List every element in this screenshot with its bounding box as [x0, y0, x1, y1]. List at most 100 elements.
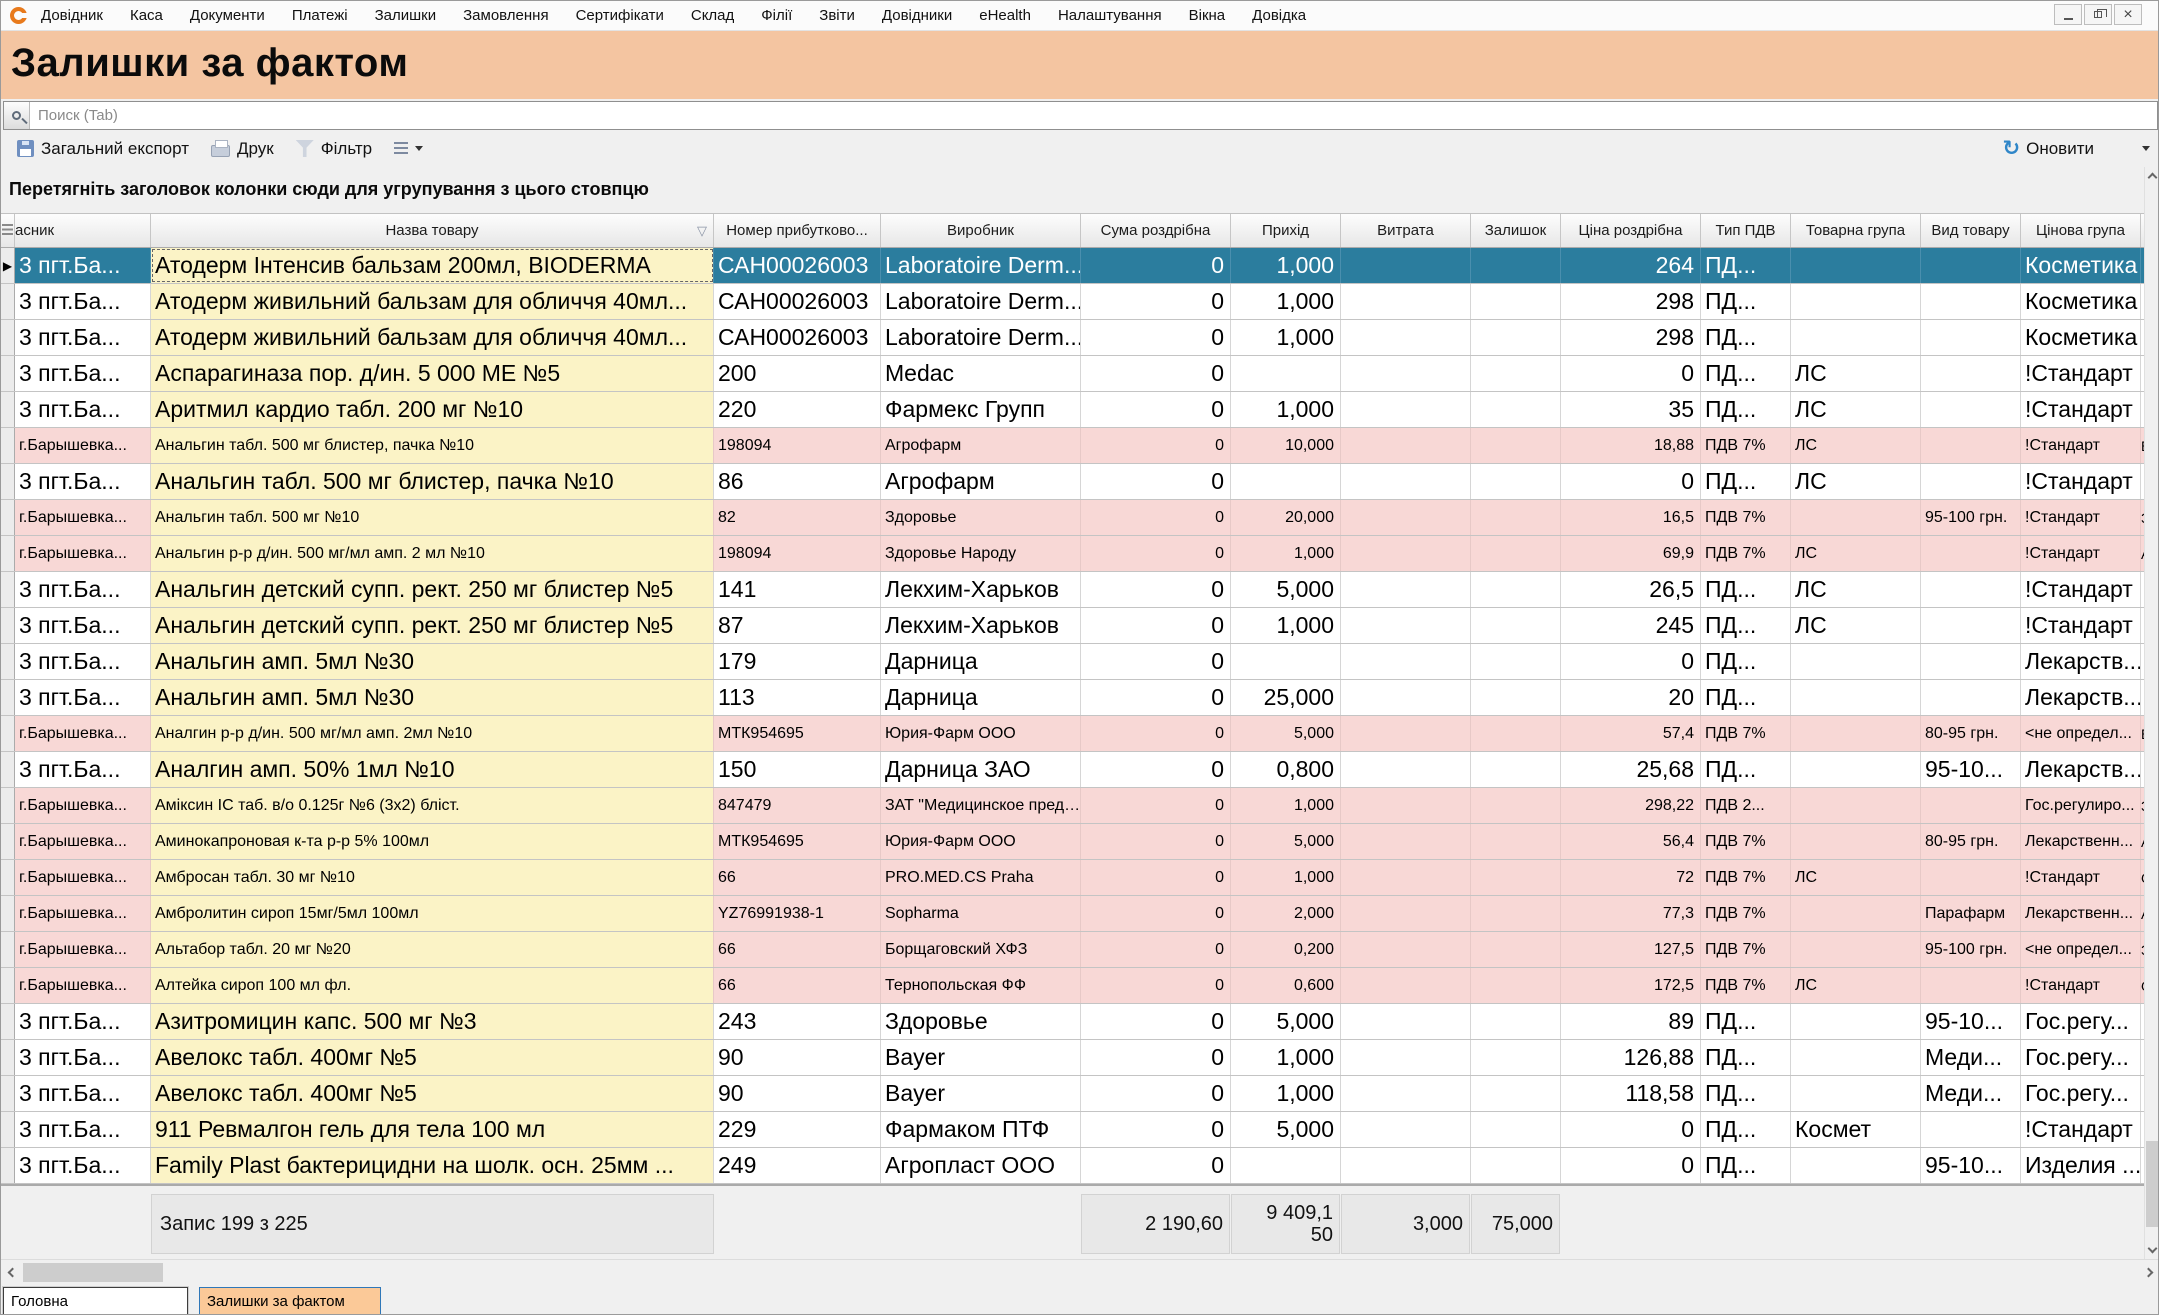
- cell-manufacturer[interactable]: Дарница: [881, 644, 1081, 679]
- search-icon-box[interactable]: [4, 102, 30, 129]
- cell-income[interactable]: 1,000: [1231, 788, 1341, 823]
- table-row[interactable]: 3 пгт.Ба...Атодерм живильний бальзам для…: [1, 320, 2146, 356]
- cell-vat[interactable]: ПД...: [1701, 1148, 1791, 1183]
- cell-expense[interactable]: [1341, 1112, 1471, 1147]
- cell-expense[interactable]: [1341, 824, 1471, 859]
- cell-expense[interactable]: [1341, 680, 1471, 715]
- cell-balance[interactable]: [1471, 572, 1561, 607]
- cell-price_group[interactable]: Косметика: [2021, 248, 2141, 283]
- cell-number[interactable]: САН00026003: [714, 284, 881, 319]
- search-input[interactable]: [30, 107, 2157, 124]
- menu-item-13[interactable]: Налаштування: [1058, 7, 1162, 24]
- cell-number[interactable]: 66: [714, 932, 881, 967]
- cell-income[interactable]: 20,000: [1231, 500, 1341, 535]
- cell-product_group[interactable]: [1791, 1040, 1921, 1075]
- cell-name[interactable]: Аміксин ІС таб. в/о 0.125г №6 (3х2) бліс…: [151, 788, 714, 823]
- cell-number[interactable]: САН00026003: [714, 248, 881, 283]
- menu-item-2[interactable]: Каса: [130, 7, 163, 24]
- cell-manufacturer[interactable]: Агрофарм: [881, 464, 1081, 499]
- cell-manufacturer[interactable]: Здоровье Народу: [881, 536, 1081, 571]
- row-marker[interactable]: [1, 932, 15, 967]
- cell-product_kind[interactable]: [1921, 968, 2021, 1003]
- row-marker[interactable]: [1, 644, 15, 679]
- cell-income[interactable]: 5,000: [1231, 1004, 1341, 1039]
- cell-expense[interactable]: [1341, 248, 1471, 283]
- columns-list-button[interactable]: [388, 139, 429, 159]
- cell-product_group[interactable]: ЛС: [1791, 572, 1921, 607]
- cell-product_group[interactable]: [1791, 320, 1921, 355]
- cell-price_retail[interactable]: 89: [1561, 1004, 1701, 1039]
- cell-product_kind[interactable]: [1921, 860, 2021, 895]
- cell-vat[interactable]: ПДВ 7%: [1701, 860, 1791, 895]
- cell-product_group[interactable]: ЛС: [1791, 968, 1921, 1003]
- cell-product_group[interactable]: ЛС: [1791, 392, 1921, 427]
- cell-product_group[interactable]: [1791, 932, 1921, 967]
- cell-sum_retail[interactable]: 0: [1081, 356, 1231, 391]
- cell-owner[interactable]: 3 пгт.Ба...: [15, 1112, 151, 1147]
- cell-price_group[interactable]: !Стандарт: [2021, 356, 2141, 391]
- cell-price_group[interactable]: <не определ...: [2021, 932, 2141, 967]
- cell-price_group[interactable]: Лекарств...: [2021, 644, 2141, 679]
- cell-product_kind[interactable]: [1921, 248, 2021, 283]
- cell-sum_retail[interactable]: 0: [1081, 644, 1231, 679]
- cell-owner[interactable]: г.Барышевка...: [15, 824, 151, 859]
- cell-balance[interactable]: [1471, 1148, 1561, 1183]
- cell-product_kind[interactable]: [1921, 428, 2021, 463]
- row-marker[interactable]: [1, 968, 15, 1003]
- cell-balance[interactable]: [1471, 896, 1561, 931]
- row-marker[interactable]: [1, 320, 15, 355]
- cell-balance[interactable]: [1471, 428, 1561, 463]
- cell-vat[interactable]: ПДВ 7%: [1701, 932, 1791, 967]
- cell-manufacturer[interactable]: Здоровье: [881, 1004, 1081, 1039]
- cell-manufacturer[interactable]: ЗАТ "Медицинское пред…: [881, 788, 1081, 823]
- row-marker[interactable]: [1, 1004, 15, 1039]
- cell-name[interactable]: Авелокс табл. 400мг №5: [151, 1076, 714, 1111]
- cell-name[interactable]: Азитромицин капс. 500 мг №3: [151, 1004, 714, 1039]
- cell-name[interactable]: Альтабор табл. 20 мг №20: [151, 932, 714, 967]
- cell-name[interactable]: Анальгин детский супп. рект. 250 мг блис…: [151, 572, 714, 607]
- cell-price_retail[interactable]: 172,5: [1561, 968, 1701, 1003]
- cell-name[interactable]: Алтейка сироп 100 мл фл.: [151, 968, 714, 1003]
- cell-price_retail[interactable]: 0: [1561, 644, 1701, 679]
- cell-number[interactable]: 66: [714, 860, 881, 895]
- cell-vat[interactable]: ПДВ 7%: [1701, 824, 1791, 859]
- cell-manufacturer[interactable]: Фармаком ПТФ: [881, 1112, 1081, 1147]
- cell-owner[interactable]: 3 пгт.Ба...: [15, 320, 151, 355]
- cell-income[interactable]: 1,000: [1231, 392, 1341, 427]
- menu-item-15[interactable]: Довідка: [1252, 7, 1306, 24]
- cell-vat[interactable]: ПД...: [1701, 1076, 1791, 1111]
- cell-expense[interactable]: [1341, 392, 1471, 427]
- horizontal-scrollbar[interactable]: [1, 1259, 2159, 1284]
- cell-price_group[interactable]: Изделия ...: [2021, 1148, 2141, 1183]
- cell-expense[interactable]: [1341, 608, 1471, 643]
- table-row[interactable]: 3 пгт.Ба...Атодерм Інтенсив бальзам 200м…: [1, 248, 2146, 284]
- cell-name[interactable]: 911 Ревмалгон гель для тела 100 мл: [151, 1112, 714, 1147]
- cell-vat[interactable]: ПДВ 2...: [1701, 788, 1791, 823]
- cell-name[interactable]: Атодерм живильний бальзам для обличчя 40…: [151, 320, 714, 355]
- cell-expense[interactable]: [1341, 1148, 1471, 1183]
- table-row[interactable]: 3 пгт.Ба...Азитромицин капс. 500 мг №324…: [1, 1004, 2146, 1040]
- table-row[interactable]: г.Барышевка...Аналгин р-р д/ин. 500 мг/м…: [1, 716, 2146, 752]
- cell-product_kind[interactable]: 95-10...: [1921, 1148, 2021, 1183]
- cell-balance[interactable]: [1471, 284, 1561, 319]
- table-row[interactable]: 3 пгт.Ба...Авелокс табл. 400мг №590Bayer…: [1, 1040, 2146, 1076]
- cell-owner[interactable]: 3 пгт.Ба...: [15, 356, 151, 391]
- cell-price_group[interactable]: !Стандарт: [2021, 1112, 2141, 1147]
- table-row[interactable]: 3 пгт.Ба...Анальгин табл. 500 мг блистер…: [1, 464, 2146, 500]
- cell-number[interactable]: YZ76991938-1: [714, 896, 881, 931]
- filter-button[interactable]: Фільтр: [290, 136, 378, 162]
- cell-expense[interactable]: [1341, 356, 1471, 391]
- cell-owner[interactable]: 3 пгт.Ба...: [15, 284, 151, 319]
- cell-balance[interactable]: [1471, 824, 1561, 859]
- cell-price_retail[interactable]: 298,22: [1561, 788, 1701, 823]
- cell-sum_retail[interactable]: 0: [1081, 968, 1231, 1003]
- cell-expense[interactable]: [1341, 932, 1471, 967]
- cell-balance[interactable]: [1471, 1112, 1561, 1147]
- cell-product_group[interactable]: ЛС: [1791, 536, 1921, 571]
- table-row[interactable]: 3 пгт.Ба...Аритмил кардио табл. 200 мг №…: [1, 392, 2146, 428]
- row-marker[interactable]: [1, 392, 15, 427]
- cell-number[interactable]: 229: [714, 1112, 881, 1147]
- cell-product_kind[interactable]: Меди...: [1921, 1040, 2021, 1075]
- cell-name[interactable]: Аритмил кардио табл. 200 мг №10: [151, 392, 714, 427]
- cell-name[interactable]: Аналгин амп. 50% 1мл №10: [151, 752, 714, 787]
